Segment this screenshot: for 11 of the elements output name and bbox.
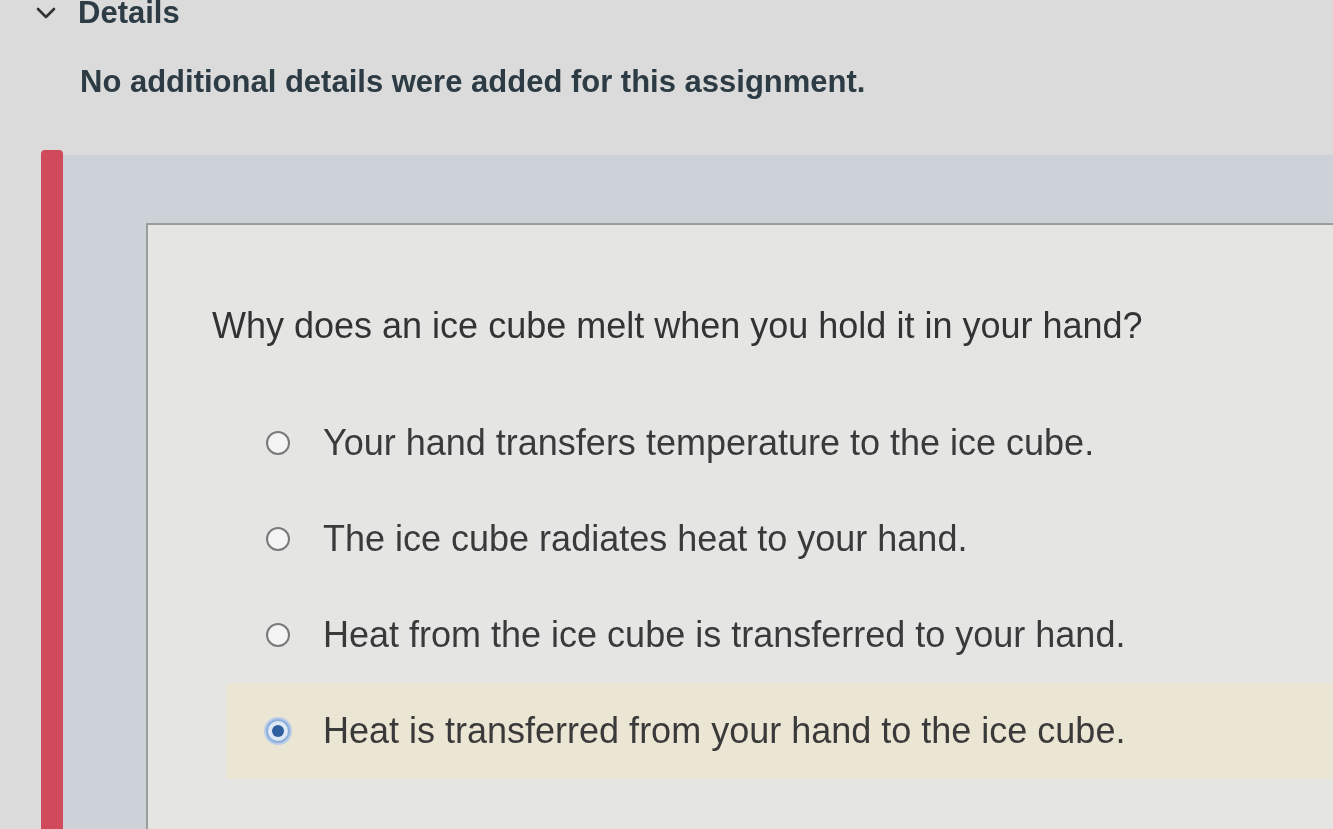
question-text: Why does an ice cube melt when you hold it in your hand?	[212, 305, 1144, 347]
details-toggle[interactable]: Details	[36, 0, 180, 31]
answer-option[interactable]: Heat is transferred from your hand to the ice cube.	[226, 683, 1333, 779]
answer-option[interactable]: Heat from the ice cube is transferred to your hand.	[226, 587, 1333, 683]
details-text: No additional details were added for this assignment.	[80, 64, 867, 100]
answer-option[interactable]: The ice cube radiates heat to your hand.	[226, 491, 1333, 587]
radio-button[interactable]	[266, 719, 290, 743]
radio-button[interactable]	[266, 623, 290, 647]
answer-option[interactable]: Your hand transfers temperature to the ice cube.	[226, 395, 1333, 491]
radio-button[interactable]	[266, 527, 290, 551]
radio-button[interactable]	[266, 431, 290, 455]
